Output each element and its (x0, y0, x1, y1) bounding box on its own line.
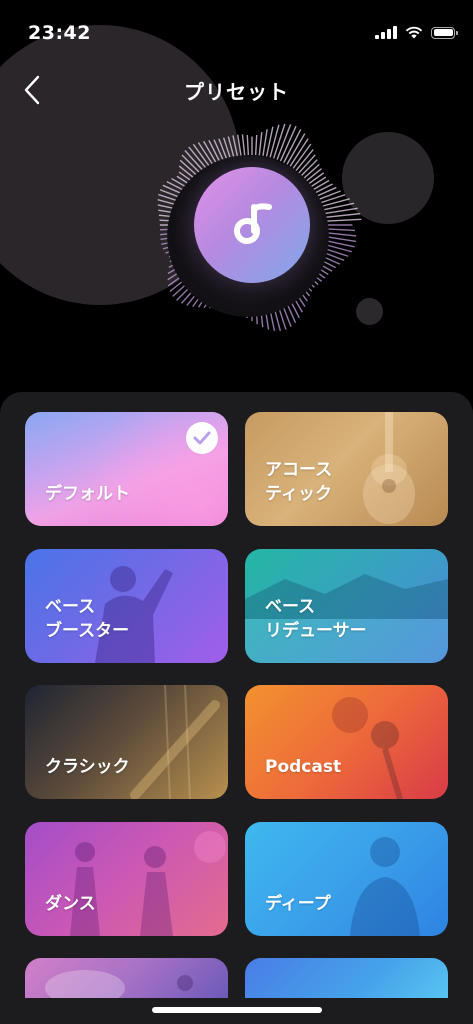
waveform-bar (232, 135, 239, 157)
status-icons (375, 26, 458, 39)
cellular-signal-icon (375, 26, 397, 39)
preset-sheet: デフォルト アコース ティック ベース ブースター ベース リデューサー クラシ… (0, 392, 473, 1024)
preset-screen: 23:42 プリセット デフォルト アコース ティック ベース ブースター ベー… (0, 0, 473, 1024)
waveform-bar (236, 134, 242, 156)
person-headphones-image (350, 837, 420, 936)
preset-card-bass-booster[interactable]: ベース ブースター (25, 549, 228, 663)
status-time: 23:42 (28, 22, 91, 44)
waveform-bar (308, 172, 325, 185)
check-icon (186, 422, 218, 454)
waveform-bar (262, 129, 268, 156)
waveform-bar (317, 190, 341, 201)
waveform-bar (258, 132, 263, 156)
preset-card-blue[interactable] (245, 958, 448, 998)
waveform-bar (321, 218, 362, 223)
preset-card-bass-reducer[interactable]: ベース リデューサー (245, 549, 448, 663)
preset-label: ディープ (265, 894, 331, 914)
singer-microphone-image (332, 697, 403, 799)
waveform-bar (321, 212, 361, 219)
preset-label: デフォルト (45, 484, 130, 504)
preset-card-default[interactable]: デフォルト (25, 412, 228, 526)
preset-label: Podcast (265, 757, 342, 777)
preset-label: クラシック (45, 757, 130, 777)
waveform-bar (269, 124, 280, 158)
preset-card-podcast[interactable]: Podcast (245, 685, 448, 799)
waveform-bar (254, 134, 258, 156)
waveform-bar (318, 194, 346, 205)
dancers-image (70, 831, 226, 936)
app-logo (194, 167, 310, 283)
battery-icon (431, 26, 458, 39)
music-note-icon (234, 203, 272, 244)
waveform-bar (246, 134, 250, 156)
preset-card-dance[interactable]: ダンス (25, 822, 228, 936)
preset-card-classic[interactable]: クラシック (25, 685, 228, 799)
preset-card-turntable[interactable] (25, 958, 228, 998)
waveform-bar (312, 179, 330, 191)
preset-card-deep[interactable]: ディープ (245, 822, 448, 936)
preset-label: アコース ティック (265, 460, 333, 504)
page-title: プリセット (184, 80, 289, 104)
violin-image (130, 685, 220, 799)
waveform-bar (213, 139, 225, 162)
waveform-bar (314, 183, 333, 194)
preset-label: ダンス (45, 894, 96, 914)
waveform-bar (241, 134, 246, 156)
preset-label: ベース ブースター (45, 597, 130, 641)
turntable-image (45, 970, 193, 998)
preset-card-acoustic[interactable]: アコース ティック (245, 412, 448, 526)
wifi-icon (405, 26, 423, 39)
preset-label: ベース リデューサー (265, 597, 367, 641)
waveform-bar (315, 186, 337, 198)
status-bar: 23:42 (0, 0, 473, 48)
audio-visualizer (120, 112, 380, 342)
waveform-bar (310, 176, 327, 188)
home-indicator (152, 1007, 322, 1013)
